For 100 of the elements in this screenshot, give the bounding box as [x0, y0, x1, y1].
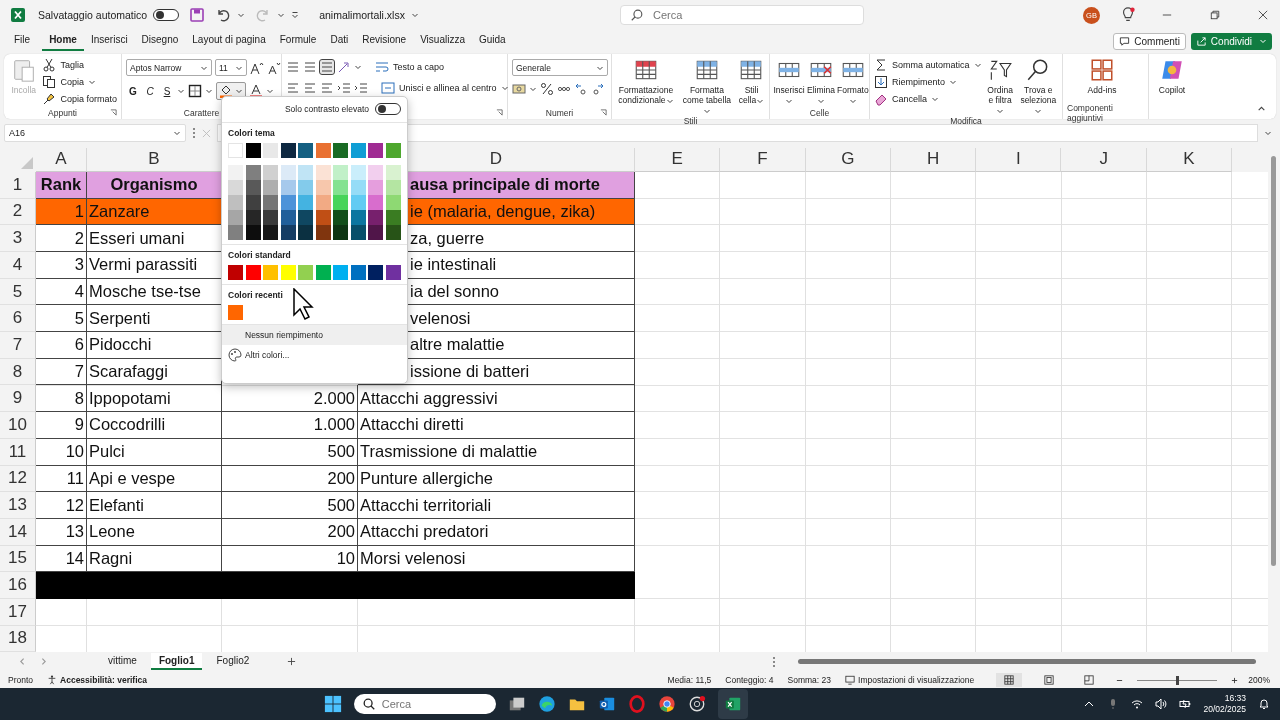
row-header[interactable]: 10 — [0, 412, 36, 439]
color-swatch[interactable] — [350, 164, 366, 180]
indent-icon[interactable] — [354, 80, 368, 95]
caret-icon[interactable] — [237, 11, 246, 20]
color-swatch[interactable] — [368, 164, 384, 180]
clipboard-button[interactable]: Taglia — [42, 57, 117, 73]
add-ins-button[interactable]: Add-ins — [1067, 57, 1137, 96]
row-header[interactable]: 12 — [0, 465, 36, 493]
comments-button[interactable]: Commenti — [1113, 32, 1186, 50]
column-header[interactable]: G — [805, 147, 891, 172]
notification-bell-icon[interactable] — [1258, 698, 1270, 711]
autosave-toggle[interactable] — [153, 9, 180, 22]
row-header[interactable]: 14 — [0, 518, 36, 546]
ribbon-tab[interactable]: Disegno — [134, 31, 186, 52]
color-swatch[interactable] — [298, 164, 314, 180]
color-swatch[interactable] — [385, 142, 401, 158]
dialog-launcher-icon[interactable] — [600, 109, 607, 117]
row-header[interactable]: 3 — [0, 225, 36, 252]
ribbon-tab[interactable]: Revisione — [355, 31, 414, 52]
ribbon-tab[interactable]: Layout di pagina — [185, 31, 273, 52]
sheet-tab[interactable]: Foglio2 — [208, 653, 258, 671]
row-header[interactable]: 8 — [0, 358, 36, 386]
add-sheet-icon[interactable] — [287, 657, 297, 667]
find-select-button[interactable]: Trova e seleziona — [1018, 57, 1058, 116]
ribbon-tab[interactable]: File — [14, 31, 38, 52]
clipboard-button[interactable]: Copia — [42, 74, 117, 90]
decimal-icon[interactable] — [591, 82, 605, 97]
color-swatch[interactable] — [263, 264, 279, 280]
cells-button[interactable]: Elimina — [807, 57, 835, 106]
color-swatch[interactable] — [228, 304, 243, 320]
column-header[interactable]: E — [635, 147, 721, 172]
zoom-slider-thumb[interactable] — [1175, 675, 1179, 685]
color-swatch[interactable] — [333, 264, 349, 280]
copilot-button[interactable]: Copilot — [1153, 57, 1191, 96]
color-swatch[interactable] — [368, 142, 384, 158]
column-header[interactable]: I — [976, 147, 1062, 172]
row-header[interactable]: 18 — [0, 625, 36, 652]
column-header[interactable]: H — [890, 147, 977, 172]
editing-button[interactable]: Somma automatica — [874, 57, 982, 73]
spreadsheet-app-icon[interactable] — [717, 689, 748, 720]
ribbon-tab[interactable]: Inserisci — [83, 31, 135, 52]
row-header[interactable]: 13 — [0, 492, 36, 519]
editing-button[interactable]: Riempimento — [874, 74, 982, 90]
borders-icon[interactable] — [188, 84, 202, 99]
merge-center-button[interactable]: Unisci e allinea al centro — [381, 80, 509, 96]
row-header[interactable]: 17 — [0, 598, 36, 626]
color-swatch[interactable] — [280, 142, 296, 158]
more-icon[interactable] — [192, 127, 196, 140]
font-size-field[interactable]: 11 — [215, 59, 247, 77]
cells-button[interactable]: Inserisci — [774, 57, 804, 106]
color-swatch[interactable] — [280, 164, 296, 180]
ribbon-tab[interactable]: Guida — [471, 31, 513, 52]
row-header[interactable]: 5 — [0, 278, 36, 306]
color-swatch[interactable] — [298, 142, 314, 158]
undo-icon[interactable] — [215, 7, 232, 24]
caret-icon[interactable] — [1264, 129, 1272, 138]
color-swatch[interactable] — [385, 264, 401, 280]
browser-icon[interactable] — [627, 695, 646, 714]
wifi-icon[interactable] — [1131, 698, 1144, 711]
ribbon-tab[interactable]: Visualizza — [413, 31, 472, 52]
next-sheet-icon[interactable] — [39, 657, 48, 667]
restore-icon[interactable] — [1210, 10, 1220, 21]
high-contrast-toggle[interactable] — [375, 102, 401, 115]
dialog-launcher-icon[interactable] — [110, 109, 117, 117]
color-swatch[interactable] — [228, 164, 243, 180]
clipboard-button[interactable]: Copia formato — [42, 91, 117, 107]
caret-icon[interactable] — [410, 11, 419, 20]
color-swatch[interactable] — [385, 164, 401, 180]
color-swatch[interactable] — [263, 164, 279, 180]
row-header[interactable]: 1 — [0, 171, 36, 199]
ribbon-tab[interactable]: Dati — [323, 31, 356, 52]
color-swatch[interactable] — [333, 142, 349, 158]
name-box[interactable]: A16 — [4, 124, 186, 143]
caret-icon[interactable] — [205, 87, 213, 96]
row-header[interactable]: 6 — [0, 305, 36, 333]
color-swatch[interactable] — [333, 164, 349, 180]
sheet-tab[interactable]: vittime — [100, 653, 145, 671]
styles-button[interactable]: Formatta come tabella — [678, 57, 735, 116]
wrap-text-button[interactable]: Testo a capo — [375, 59, 445, 75]
color-swatch[interactable] — [315, 264, 331, 280]
underline-button[interactable]: S — [160, 85, 174, 97]
speaker-icon[interactable] — [1155, 698, 1168, 711]
no-fill-item[interactable]: Nessun riempimento — [222, 324, 407, 345]
color-swatch[interactable] — [298, 264, 314, 280]
color-swatch[interactable] — [228, 142, 243, 158]
color-swatch[interactable] — [350, 142, 366, 158]
save-icon[interactable] — [189, 7, 206, 24]
editing-button[interactable]: Cancella — [874, 91, 982, 107]
ribbon-tab[interactable]: Home — [42, 31, 84, 52]
row-header[interactable]: 16 — [0, 572, 36, 599]
search-field[interactable]: Cerca — [619, 5, 864, 26]
aperture-app-icon[interactable] — [687, 695, 706, 714]
color-swatch[interactable] — [245, 142, 261, 158]
bold-button[interactable]: G — [126, 85, 140, 97]
color-swatch[interactable] — [350, 264, 366, 280]
row-header[interactable]: 11 — [0, 438, 36, 466]
color-swatch[interactable] — [245, 164, 261, 180]
caret-icon[interactable] — [529, 85, 537, 94]
currency-icon[interactable] — [512, 82, 526, 97]
zoom-level[interactable]: 200% — [1248, 675, 1270, 686]
